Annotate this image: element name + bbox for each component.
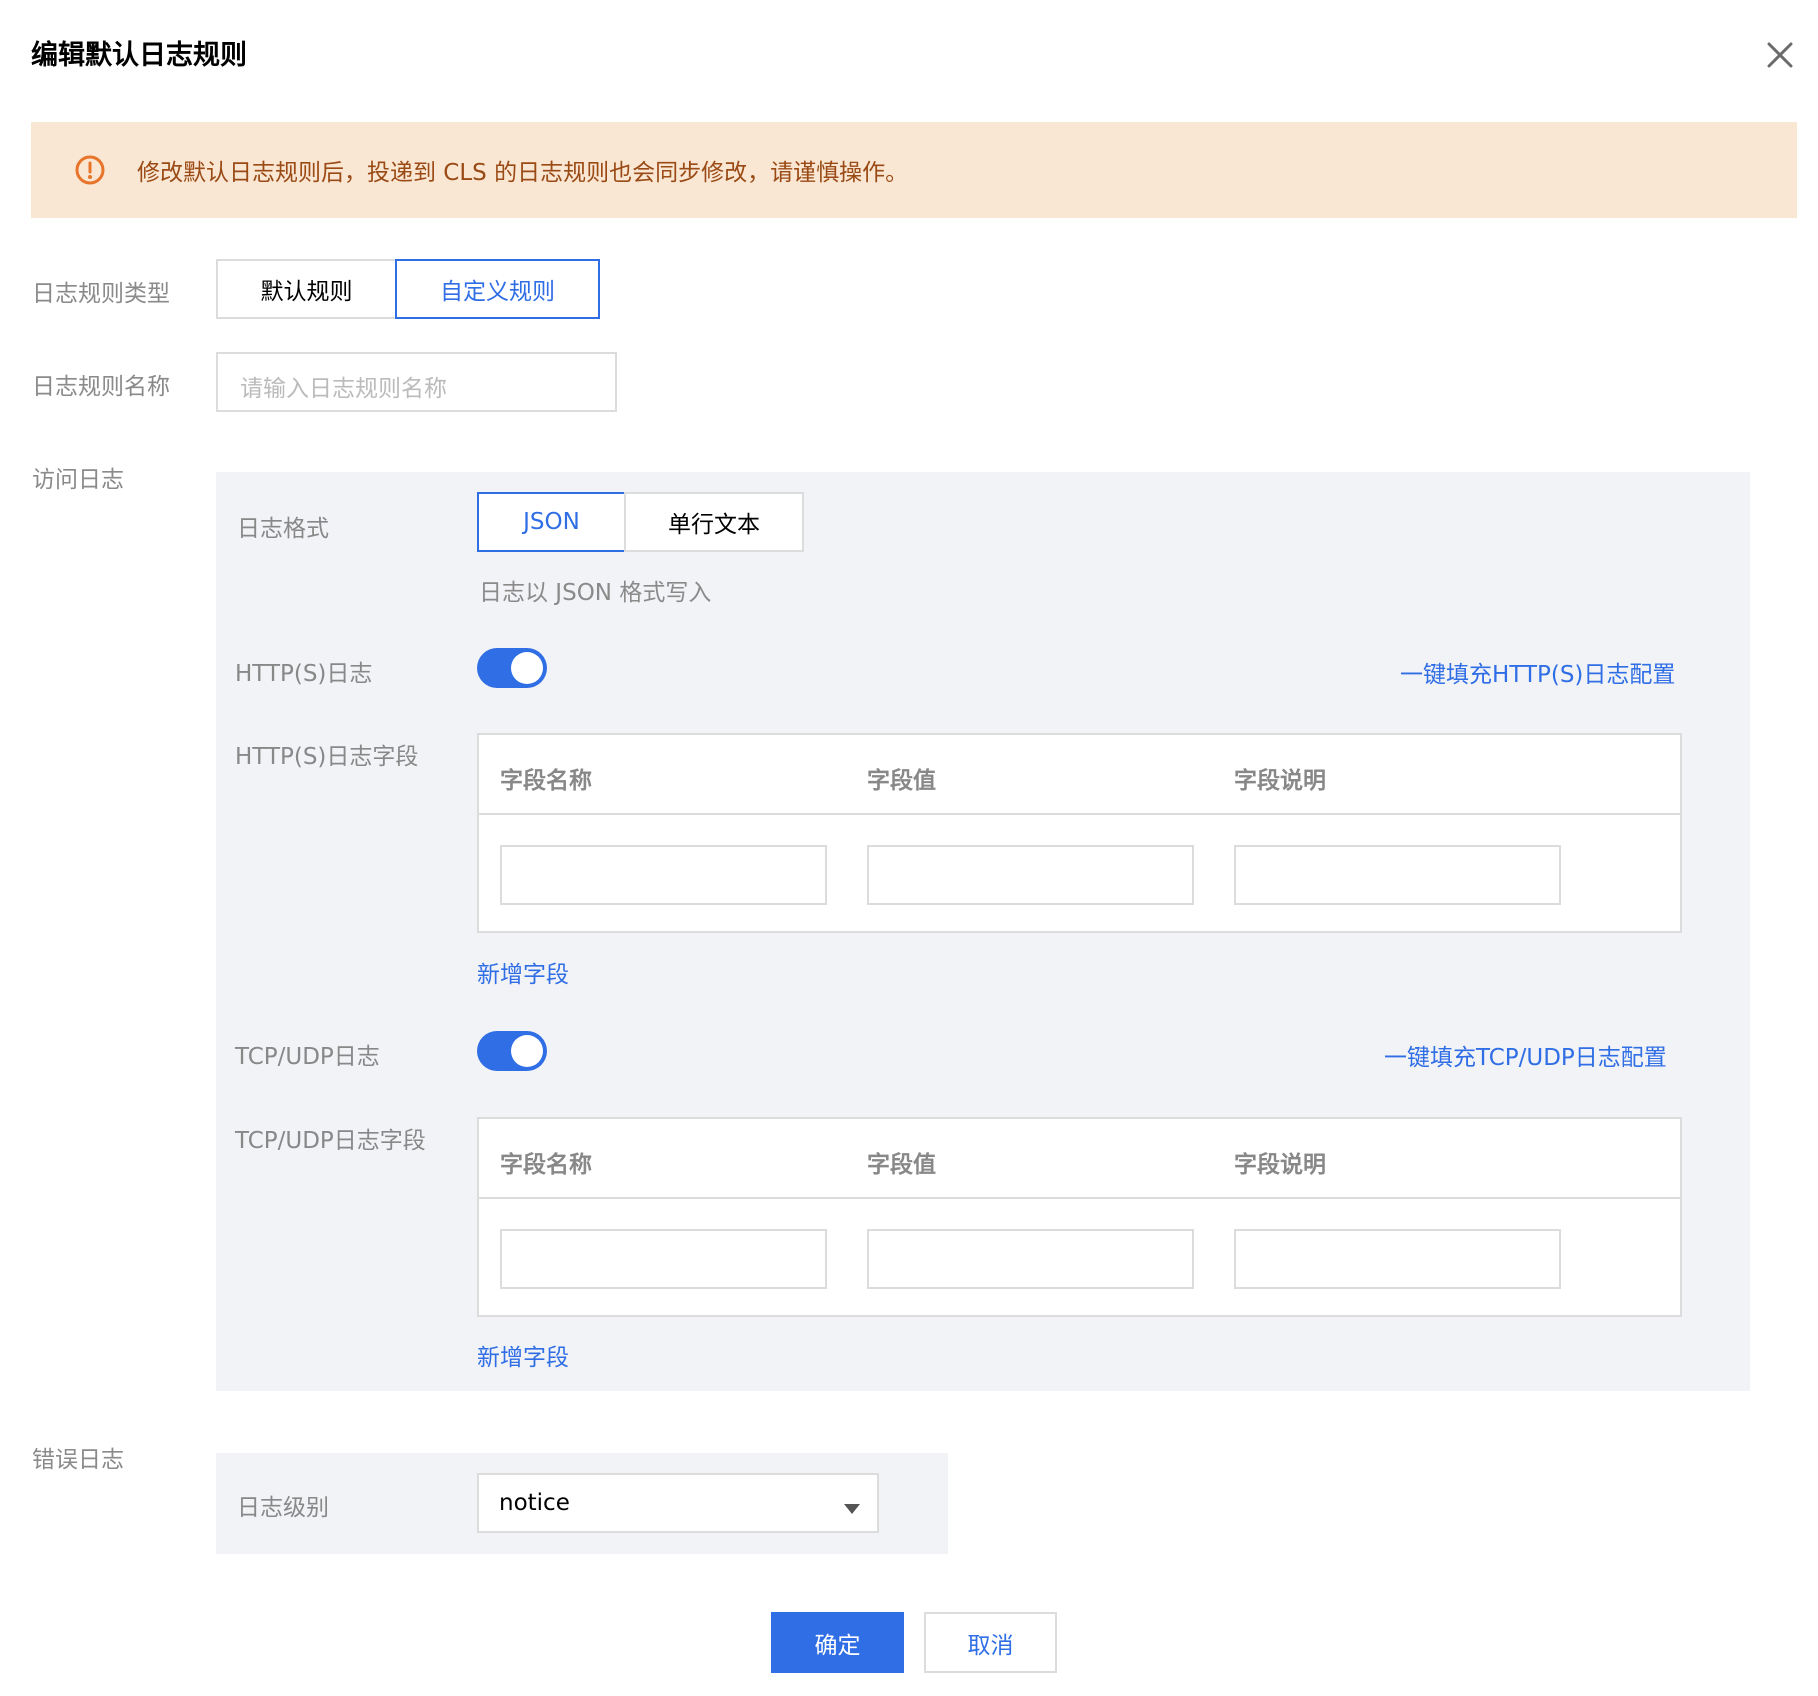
column-header-field-value: 字段值 bbox=[867, 768, 936, 794]
format-single-line-button[interactable]: 单行文本 bbox=[624, 492, 804, 552]
caret-down-icon bbox=[844, 1499, 860, 1514]
http-log-toggle[interactable] bbox=[477, 648, 547, 688]
column-header-field-name: 字段名称 bbox=[500, 768, 592, 794]
rule-type-custom-button[interactable]: 自定义规则 bbox=[395, 259, 600, 319]
log-format-hint: 日志以 JSON 格式写入 bbox=[479, 580, 712, 606]
fill-tcp-config-link[interactable]: 一键填充TCP/UDP日志配置 bbox=[1384, 1038, 1667, 1072]
table-header bbox=[479, 735, 1680, 815]
column-header-field-value: 字段值 bbox=[867, 1152, 936, 1178]
tcp-log-label: TCP/UDP日志 bbox=[235, 1044, 380, 1070]
column-header-field-desc: 字段说明 bbox=[1234, 768, 1326, 794]
alert-message: 修改默认日志规则后，投递到 CLS 的日志规则也会同步修改，请谨慎操作。 bbox=[137, 160, 909, 186]
tcp-fields-label: TCP/UDP日志字段 bbox=[235, 1128, 426, 1154]
warning-icon bbox=[74, 154, 106, 186]
log-level-value: notice bbox=[499, 1490, 570, 1516]
rule-name-placeholder: 请输入日志规则名称 bbox=[240, 376, 447, 402]
rule-name-input[interactable]: 请输入日志规则名称 bbox=[216, 352, 617, 412]
tcp-field-value-input[interactable] bbox=[867, 1229, 1194, 1289]
http-add-field-link[interactable]: 新增字段 bbox=[477, 955, 569, 989]
access-log-label: 访问日志 bbox=[32, 467, 124, 493]
http-fields-label: HTTP(S)日志字段 bbox=[235, 744, 419, 770]
log-level-label: 日志级别 bbox=[237, 1495, 329, 1521]
tcp-field-desc-input[interactable] bbox=[1234, 1229, 1561, 1289]
http-fields-table: 字段名称 字段值 字段说明 bbox=[477, 733, 1682, 933]
rule-type-default-button[interactable]: 默认规则 bbox=[216, 259, 397, 319]
error-log-label: 错误日志 bbox=[32, 1447, 124, 1473]
tcp-add-field-link[interactable]: 新增字段 bbox=[477, 1338, 569, 1372]
table-header bbox=[479, 1119, 1680, 1199]
column-header-field-name: 字段名称 bbox=[500, 1152, 592, 1178]
tcp-log-toggle[interactable] bbox=[477, 1031, 547, 1071]
toggle-knob bbox=[511, 1035, 543, 1067]
http-log-label: HTTP(S)日志 bbox=[235, 661, 373, 687]
rule-name-label: 日志规则名称 bbox=[32, 374, 170, 400]
tcp-fields-table: 字段名称 字段值 字段说明 bbox=[477, 1117, 1682, 1317]
tcp-field-name-input[interactable] bbox=[500, 1229, 827, 1289]
http-field-value-input[interactable] bbox=[867, 845, 1194, 905]
format-json-button[interactable]: JSON bbox=[477, 492, 626, 552]
fill-http-config-link[interactable]: 一键填充HTTP(S)日志配置 bbox=[1400, 655, 1675, 689]
http-field-desc-input[interactable] bbox=[1234, 845, 1561, 905]
log-level-select[interactable]: notice bbox=[477, 1473, 879, 1533]
close-icon[interactable] bbox=[1765, 40, 1795, 70]
http-field-name-input[interactable] bbox=[500, 845, 827, 905]
toggle-knob bbox=[511, 652, 543, 684]
cancel-button[interactable]: 取消 bbox=[924, 1612, 1057, 1673]
log-format-label: 日志格式 bbox=[237, 516, 329, 542]
rule-type-label: 日志规则类型 bbox=[32, 281, 170, 307]
column-header-field-desc: 字段说明 bbox=[1234, 1152, 1326, 1178]
dialog-title: 编辑默认日志规则 bbox=[31, 40, 247, 71]
confirm-button[interactable]: 确定 bbox=[771, 1612, 904, 1673]
